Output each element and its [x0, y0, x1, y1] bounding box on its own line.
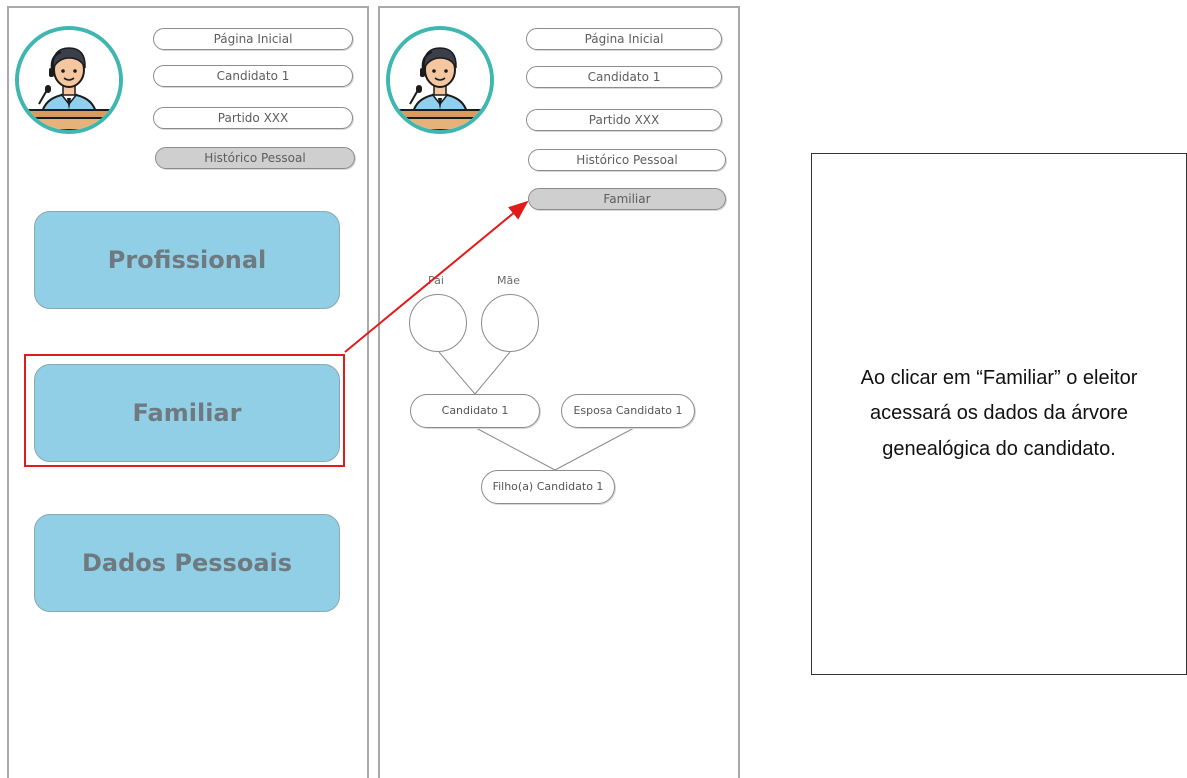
candidate-avatar: [15, 26, 123, 134]
menu-personal-history-button[interactable]: Histórico Pessoal: [155, 147, 355, 169]
family-highlight-box: [24, 354, 345, 467]
family-tree-connectors: [438, 351, 635, 471]
father-node[interactable]: [409, 294, 467, 352]
right-screen: Página Inicial Candidato 1 Partido XXX H…: [378, 6, 740, 778]
menu-home-button[interactable]: Página Inicial: [153, 28, 353, 50]
father-label: Pai: [428, 274, 444, 287]
candidate-speaker-icon: [19, 30, 119, 130]
mother-label: Mãe: [497, 274, 520, 287]
personal-data-button[interactable]: Dados Pessoais: [34, 514, 340, 612]
menu-party-button[interactable]: Partido XXX: [153, 107, 353, 129]
candidate-node[interactable]: Candidato 1: [410, 394, 540, 428]
spouse-node[interactable]: Esposa Candidato 1: [561, 394, 695, 428]
mother-node[interactable]: [481, 294, 539, 352]
explanation-text: Ao clicar em “Familiar” o eleitor acessa…: [860, 366, 1138, 460]
menu-candidate-button[interactable]: Candidato 1: [153, 65, 353, 87]
professional-button[interactable]: Profissional: [34, 211, 340, 309]
child-node[interactable]: Filho(a) Candidato 1: [481, 470, 615, 504]
explanation-note: Ao clicar em “Familiar” o eleitor acessa…: [811, 153, 1187, 675]
